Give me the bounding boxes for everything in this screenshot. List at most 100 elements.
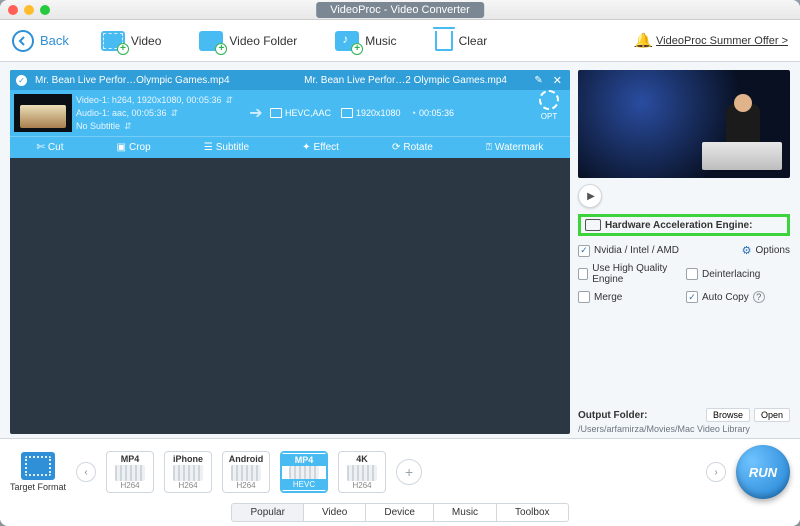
checkbox-merge[interactable] [578, 291, 590, 303]
close-window-icon[interactable] [8, 5, 18, 15]
conversion-arrow-icon: ➔ [246, 90, 266, 136]
preset-top: MP4 [281, 454, 327, 466]
rotate-button[interactable]: ⟳Rotate [392, 142, 433, 153]
right-panel: ▶ Hardware Acceleration Engine: Nvidia /… [578, 70, 790, 434]
watermark-icon: ⍰ [486, 142, 492, 153]
open-folder-button[interactable]: Open [754, 408, 790, 422]
item-edit-toolbar: ✄Cut ▣Crop ☰Subtitle ✦ Effect ⟳Rotate ⍰Wa… [10, 136, 570, 158]
subtitle-icon: ☰ [204, 142, 213, 153]
tab-music[interactable]: Music [434, 504, 497, 521]
effect-button[interactable]: ✦ Effect [302, 142, 339, 153]
crop-button[interactable]: ▣Crop [117, 142, 151, 153]
presets-next-button[interactable]: › [706, 462, 726, 482]
add-video-folder-button[interactable]: + Video Folder [193, 27, 303, 55]
opt-nvidia-label: Nvidia / Intel / AMD [594, 245, 679, 256]
preset-top: iPhone [173, 454, 203, 464]
promo-link[interactable]: 🔔 VideoProc Summer Offer > [635, 32, 788, 49]
codec-options-button[interactable]: OPT [534, 90, 564, 136]
browse-button[interactable]: Browse [706, 408, 750, 422]
bell-icon: 🔔 [635, 32, 652, 49]
app-window: VideoProc - Video Converter Back + Video… [0, 0, 800, 526]
checkbox-hq[interactable] [578, 268, 588, 280]
checkbox-nvidia[interactable] [578, 245, 590, 257]
target-format-label: Target Format [10, 482, 66, 492]
format-strip: Target Format ‹ MP4 H264 iPhone H264 And… [10, 445, 790, 499]
chip-icon [585, 219, 601, 231]
add-video-button[interactable]: + Video [95, 27, 167, 55]
minimize-window-icon[interactable] [24, 5, 34, 15]
preset-top: MP4 [121, 454, 140, 464]
codec-icon [270, 108, 282, 118]
add-music-button[interactable]: + Music [329, 27, 402, 55]
preset-mp4-h264[interactable]: MP4 H264 [106, 451, 154, 493]
output-folder-section: Output Folder: Browse Open /Users/arfami… [578, 408, 790, 434]
cut-label: Cut [48, 142, 64, 153]
video-icon: + [101, 31, 125, 51]
item-thumbnail [14, 94, 72, 132]
preset-4k[interactable]: 4K H264 [338, 451, 386, 493]
video-line: Video-1: h264, 1920x1080, 00:05:36 [76, 95, 221, 105]
subtitle-track-selector-icon[interactable]: ⇵ [124, 121, 132, 132]
rotate-icon: ⟳ [392, 142, 400, 153]
remove-item-icon[interactable]: ✕ [551, 74, 564, 87]
opt-autocopy-label: Auto Copy [702, 292, 749, 303]
tab-toolbox[interactable]: Toolbox [497, 504, 567, 521]
help-icon[interactable]: ? [753, 291, 765, 303]
film-strip-icon [231, 465, 261, 481]
clear-button[interactable]: Clear [429, 27, 494, 55]
preset-mp4-hevc[interactable]: MP4 HEVC [280, 451, 328, 493]
folder-icon: + [199, 31, 223, 51]
film-strip-icon [347, 465, 377, 481]
rename-icon[interactable]: ✎ [534, 75, 542, 86]
video-track-selector-icon[interactable]: ⇵ [225, 95, 233, 106]
engine-options: Nvidia / Intel / AMD ⚙ Options Use High … [578, 244, 790, 303]
trash-icon [435, 31, 453, 51]
checkbox-autocopy[interactable] [686, 291, 698, 303]
add-preset-button[interactable]: + [396, 459, 422, 485]
presets-prev-button[interactable]: ‹ [76, 462, 96, 482]
options-button[interactable]: ⚙ Options [686, 244, 790, 257]
zoom-window-icon[interactable] [40, 5, 50, 15]
preset-top: 4K [356, 454, 368, 464]
gear-icon [539, 90, 559, 110]
subtitle-button[interactable]: ☰Subtitle [204, 142, 249, 153]
clear-label: Clear [459, 34, 488, 48]
rotate-label: Rotate [403, 142, 432, 153]
watermark-button[interactable]: ⍰Watermark [486, 142, 544, 153]
top-toolbar: Back + Video + Video Folder + Music Clea… [0, 20, 800, 62]
cut-button[interactable]: ✄Cut [37, 142, 64, 153]
film-strip-icon [173, 465, 203, 481]
play-button[interactable]: ▶ [578, 184, 602, 208]
preset-iphone[interactable]: iPhone H264 [164, 451, 212, 493]
gear-icon: ⚙ [742, 244, 752, 257]
film-strip-icon [289, 466, 319, 479]
out-duration: 00:05:36 [419, 108, 454, 118]
audio-line: Audio-1: aac, 00:05:36 [76, 108, 167, 118]
wand-icon: ✦ [302, 142, 310, 153]
tab-video[interactable]: Video [304, 504, 366, 521]
checkbox-deinterlacing[interactable] [686, 268, 698, 280]
back-button[interactable]: Back [12, 30, 69, 52]
preset-android[interactable]: Android H264 [222, 451, 270, 493]
back-label: Back [40, 33, 69, 48]
media-item[interactable]: ✓ Mr. Bean Live Perfor…Olympic Games.mp4… [10, 70, 570, 158]
preset-bot: H264 [120, 481, 139, 490]
tab-device[interactable]: Device [366, 504, 434, 521]
format-category-tabs: Popular Video Device Music Toolbox [231, 503, 568, 522]
run-button[interactable]: RUN [736, 445, 790, 499]
effect-label: Effect [314, 142, 339, 153]
out-resolution: 1920x1080 [356, 108, 401, 118]
preview-player[interactable] [578, 70, 790, 178]
opt-merge-label: Merge [594, 292, 622, 303]
add-video-label: Video [131, 34, 161, 48]
hw-accel-section: Hardware Acceleration Engine: [578, 214, 790, 236]
output-meta: HEVC,AAC 1920x1080 ◔00:05:36 [266, 90, 534, 136]
tab-popular[interactable]: Popular [232, 504, 303, 521]
promo-label: VideoProc Summer Offer > [656, 35, 788, 47]
opt-hq-label: Use High Quality Engine [592, 263, 682, 285]
mac-titlebar: VideoProc - Video Converter [0, 0, 800, 20]
target-format-icon [21, 452, 55, 480]
audio-track-selector-icon[interactable]: ⇵ [171, 108, 179, 119]
item-checked-icon[interactable]: ✓ [16, 75, 27, 86]
preset-bot: H264 [236, 481, 255, 490]
